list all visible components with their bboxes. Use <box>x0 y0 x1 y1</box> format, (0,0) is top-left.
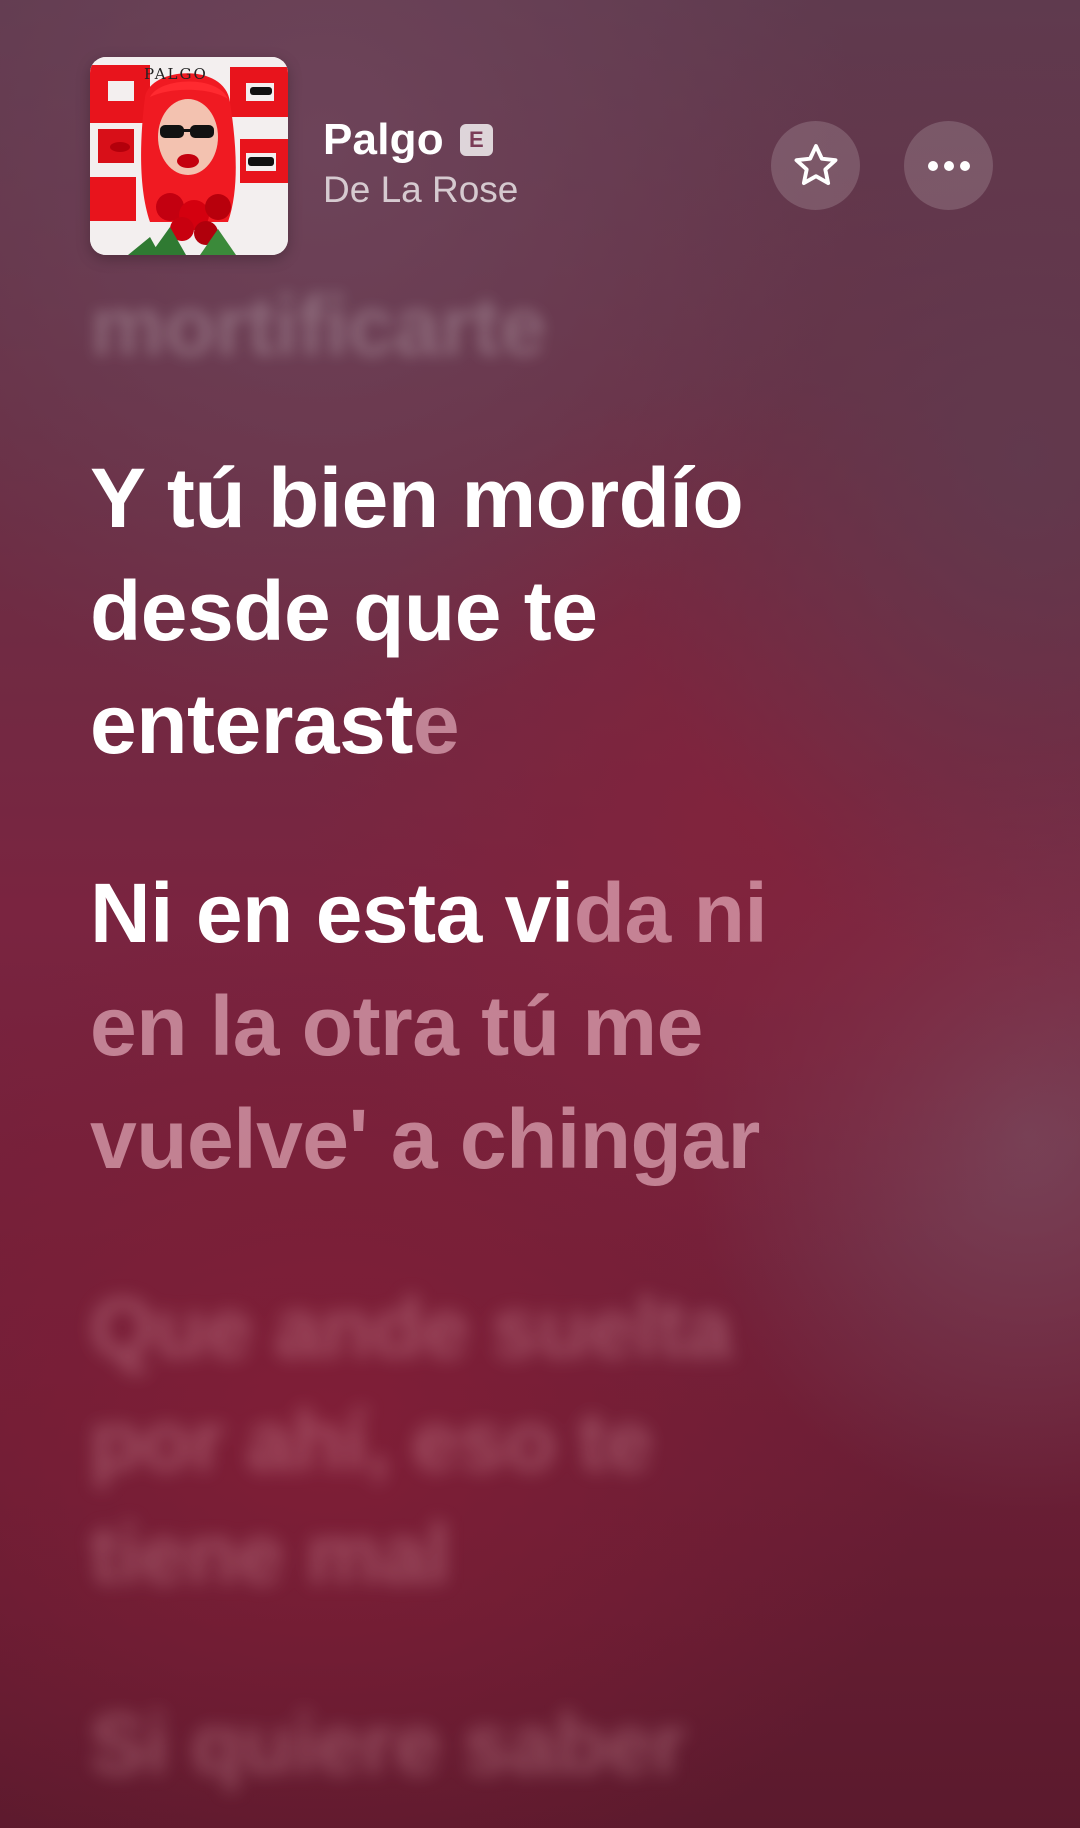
lyric-unsung-portion: da ni <box>573 866 768 960</box>
lyric-row: Y tú bien mordío <box>90 451 744 545</box>
lyric-row: en la otra tú me <box>90 979 703 1073</box>
album-artwork[interactable]: PALGO <box>90 57 288 255</box>
lyric-row: Ni en esta vida ni <box>90 857 768 969</box>
lyric-row: enteraste <box>90 668 460 780</box>
album-art-title: PALGO <box>144 65 208 83</box>
lyric-sung-portion: enterast <box>90 677 413 771</box>
lyric-sung-portion: Ni en esta vi <box>90 866 574 960</box>
lyric-line-previous[interactable]: mortificarte <box>90 270 547 382</box>
lyric-row: Que ande suelta <box>90 1281 732 1375</box>
lyric-row: vuelve' a chingar <box>90 1092 760 1186</box>
ellipsis-icon <box>927 160 970 171</box>
lyric-row: desde que te <box>90 564 598 658</box>
lyric-row: por ahí, eso te <box>90 1394 652 1488</box>
lyric-unsung-portion: e <box>412 677 460 771</box>
favorite-button[interactable] <box>771 121 860 210</box>
star-icon <box>794 143 837 185</box>
explicit-badge: E <box>459 124 493 156</box>
more-options-button[interactable] <box>904 121 993 210</box>
track-info[interactable]: Palgo E De La Rose <box>323 115 518 211</box>
track-title: Palgo <box>323 115 444 164</box>
track-artist[interactable]: De La Rose <box>323 169 518 211</box>
lyric-row: Si quiere saber <box>90 1697 685 1791</box>
now-playing-header: PALGO Palgo E De La Rose <box>90 57 1000 257</box>
lyric-row: tiene mal <box>90 1507 450 1601</box>
album-artwork-image: PALGO <box>90 57 288 255</box>
